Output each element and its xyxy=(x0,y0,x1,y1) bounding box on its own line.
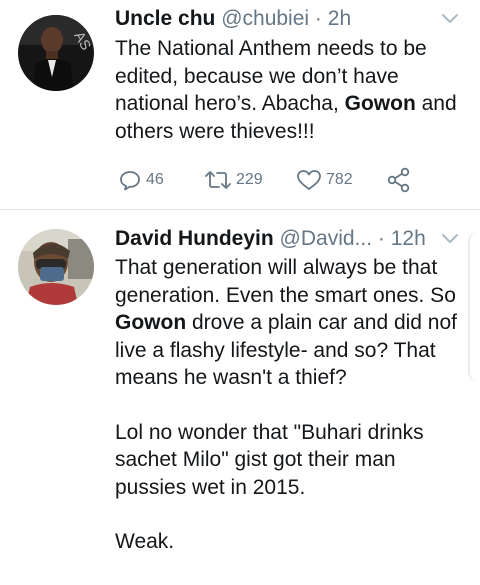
tweet-text-part: That generation will always be that gene… xyxy=(115,256,456,307)
action-bar: 46 229 782 xyxy=(118,167,438,193)
reply-icon xyxy=(120,171,140,191)
tweet-paragraph: Weak. xyxy=(115,530,175,553)
share-button[interactable] xyxy=(386,167,412,193)
display-name[interactable]: David Hundeyin xyxy=(115,227,274,250)
timestamp[interactable]: 2h xyxy=(328,7,351,30)
avatar[interactable]: AS xyxy=(18,15,94,91)
retweet-count: 229 xyxy=(236,171,263,188)
handle[interactable]: @chubiei xyxy=(221,7,309,30)
tweet-text: The National Anthem needs to be edited, … xyxy=(115,35,470,145)
chevron-down-icon[interactable] xyxy=(440,230,460,248)
avatar-image: AS xyxy=(18,15,94,91)
tweet-header: Uncle chu @chubiei · 2h xyxy=(115,5,460,33)
highlighted-term: Gowon xyxy=(344,92,416,115)
display-name[interactable]: Uncle chu xyxy=(115,7,215,30)
retweet-button[interactable]: 229 xyxy=(204,167,263,193)
tweet-header: David Hundeyin @David... · 12h xyxy=(115,225,460,253)
separator-dot: · xyxy=(314,7,322,30)
tweet[interactable]: AS Uncle chu @chubiei · 2h The National … xyxy=(0,0,480,210)
tweet-paragraph: Lol no wonder that "Buhari drinks sachet… xyxy=(115,420,424,499)
reply-count: 46 xyxy=(146,171,164,188)
like-count: 782 xyxy=(326,171,353,188)
chevron-down-icon[interactable] xyxy=(440,10,460,28)
tweet[interactable]: David Hundeyin @David... · 12h That gene… xyxy=(0,211,480,585)
like-button[interactable]: 782 xyxy=(296,167,353,193)
scroll-indicator xyxy=(468,232,480,382)
divider xyxy=(0,209,480,210)
handle[interactable]: @David... xyxy=(280,227,373,250)
avatar[interactable] xyxy=(18,229,94,305)
tweet-text: That generation will always be that gene… xyxy=(115,254,470,556)
timestamp[interactable]: 12h xyxy=(391,227,426,250)
avatar-image xyxy=(18,229,94,305)
share-icon xyxy=(387,167,410,193)
highlighted-term: Gowon xyxy=(115,311,187,334)
retweet-icon xyxy=(205,171,231,189)
heart-icon xyxy=(297,170,321,190)
separator-dot: · xyxy=(377,227,385,250)
reply-button[interactable]: 46 xyxy=(118,167,164,193)
